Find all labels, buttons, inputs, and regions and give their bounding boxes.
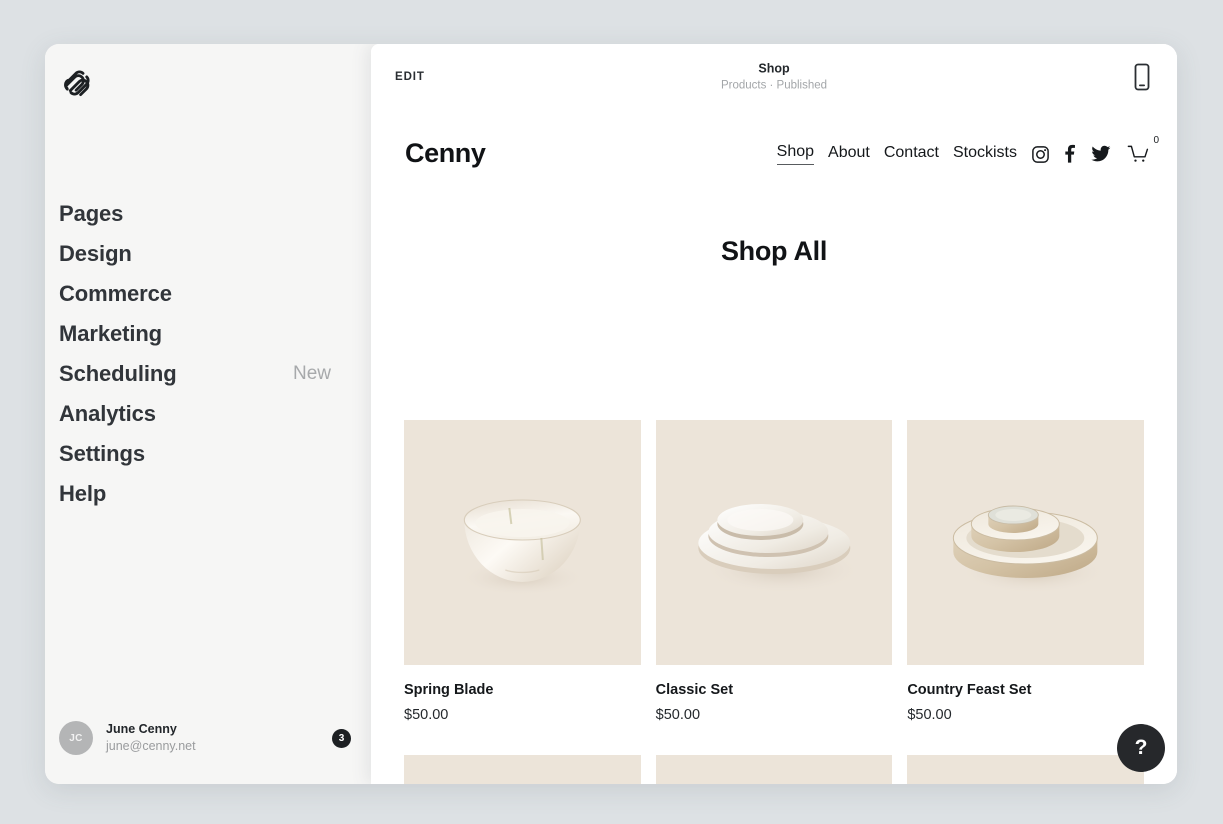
site-header: Cenny Shop About Contact Stockists <box>371 110 1177 188</box>
site-navigation: Shop About Contact Stockists <box>777 143 1151 165</box>
product-image-placeholder <box>404 755 641 784</box>
facebook-icon[interactable] <box>1064 144 1077 164</box>
site-logo-title[interactable]: Cenny <box>405 138 486 169</box>
sidebar-item-pages[interactable]: Pages <box>59 194 359 234</box>
site-nav-link-contact[interactable]: Contact <box>884 144 939 165</box>
cart-count-badge: 0 <box>1153 135 1159 146</box>
product-image-classic-set <box>656 420 893 665</box>
sidebar-item-scheduling[interactable]: Scheduling New <box>59 354 359 394</box>
sidebar-item-label: Design <box>59 241 132 267</box>
instagram-icon[interactable] <box>1031 145 1050 164</box>
product-price: $50.00 <box>907 707 1144 723</box>
product-grid: Spring Blade $50.00 <box>404 420 1144 784</box>
sidebar-item-label: Marketing <box>59 321 162 347</box>
sidebar-item-design[interactable]: Design <box>59 234 359 274</box>
sidebar-item-label: Scheduling <box>59 361 177 387</box>
product-card[interactable] <box>907 755 1144 784</box>
product-card[interactable]: Classic Set $50.00 <box>656 420 893 723</box>
sidebar-item-badge: New <box>293 363 331 385</box>
product-image-country-feast-set <box>907 420 1144 665</box>
product-card[interactable] <box>404 755 641 784</box>
account-info: June Cenny june@cenny.net <box>106 721 332 755</box>
site-preview-panel: EDIT Shop Products · Published Cenny Sho… <box>371 44 1177 784</box>
product-card[interactable]: Country Feast Set $50.00 <box>907 420 1144 723</box>
sidebar-item-help[interactable]: Help <box>59 474 359 514</box>
product-image-spring-blade <box>404 420 641 665</box>
notification-badge[interactable]: 3 <box>332 729 351 748</box>
question-mark-icon: ? <box>1135 736 1148 760</box>
sidebar-item-label: Commerce <box>59 281 172 307</box>
sidebar-item-label: Settings <box>59 441 145 467</box>
edit-button[interactable]: EDIT <box>395 71 425 83</box>
page-status-subtitle: Products · Published <box>371 78 1177 95</box>
account-row[interactable]: JC June Cenny june@cenny.net 3 <box>59 714 357 762</box>
product-image-placeholder <box>656 755 893 784</box>
sidebar-item-marketing[interactable]: Marketing <box>59 314 359 354</box>
product-name: Classic Set <box>656 682 893 698</box>
site-nav-link-shop[interactable]: Shop <box>777 143 814 165</box>
mobile-device-icon[interactable] <box>1133 63 1151 91</box>
site-nav-link-stockists[interactable]: Stockists <box>953 144 1017 165</box>
page-title: Shop <box>371 60 1177 78</box>
sidebar-item-label: Help <box>59 481 106 507</box>
product-name: Spring Blade <box>404 682 641 698</box>
site-nav-link-about[interactable]: About <box>828 144 870 165</box>
page-status: Shop Products · Published <box>371 60 1177 95</box>
sidebar-nav: Pages Design Commerce Marketing Scheduli… <box>59 194 359 514</box>
product-price: $50.00 <box>404 707 641 723</box>
product-price: $50.00 <box>656 707 893 723</box>
help-button[interactable]: ? <box>1117 724 1165 772</box>
product-card[interactable] <box>656 755 893 784</box>
squarespace-logo-icon[interactable] <box>59 65 95 101</box>
product-image-placeholder <box>907 755 1144 784</box>
sidebar-item-commerce[interactable]: Commerce <box>59 274 359 314</box>
sidebar-item-label: Analytics <box>59 401 156 427</box>
account-name: June Cenny <box>106 721 332 738</box>
sidebar: Pages Design Commerce Marketing Scheduli… <box>45 44 371 784</box>
sidebar-item-label: Pages <box>59 201 123 227</box>
site-canvas: Cenny Shop About Contact Stockists <box>371 110 1177 784</box>
shop-page-heading: Shop All <box>371 236 1177 267</box>
sidebar-item-analytics[interactable]: Analytics <box>59 394 359 434</box>
product-name: Country Feast Set <box>907 682 1144 698</box>
twitter-icon[interactable] <box>1091 145 1111 163</box>
avatar: JC <box>59 721 93 755</box>
squarespace-app-window: Pages Design Commerce Marketing Scheduli… <box>45 44 1177 784</box>
shopping-cart-icon[interactable]: 0 <box>1127 144 1151 165</box>
account-email: june@cenny.net <box>106 738 332 755</box>
product-card[interactable]: Spring Blade $50.00 <box>404 420 641 723</box>
sidebar-item-settings[interactable]: Settings <box>59 434 359 474</box>
preview-toolbar: EDIT Shop Products · Published <box>371 44 1177 111</box>
